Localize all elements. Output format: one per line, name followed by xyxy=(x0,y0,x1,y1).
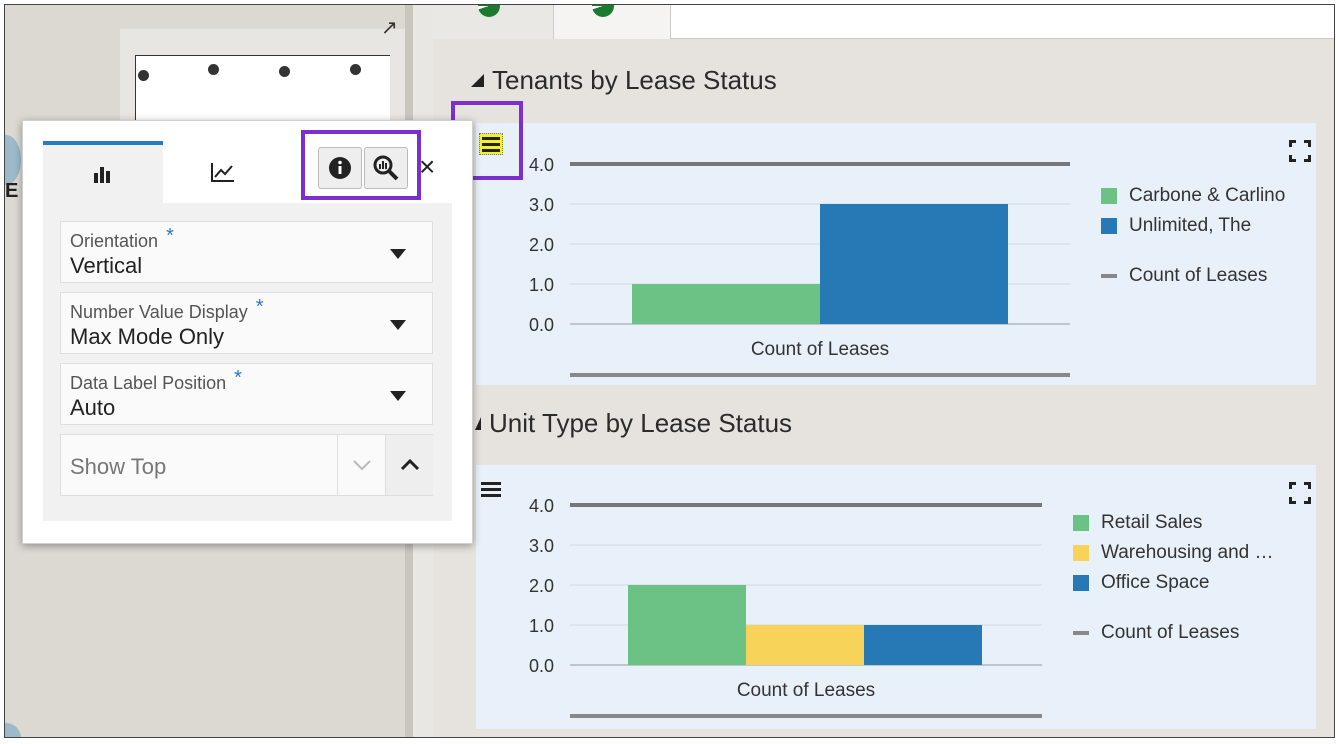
field-label-text: Orientation xyxy=(70,231,159,251)
bar-chart-unit-type: 4.0 3.0 2.0 1.0 0.0 Count of Leases xyxy=(529,496,1042,718)
legend-line xyxy=(1101,274,1117,278)
tab-empty[interactable] xyxy=(671,5,1334,39)
y-tick-label: 0.0 xyxy=(529,315,554,335)
y-tick-label: 0.0 xyxy=(529,656,554,676)
bar xyxy=(632,284,820,324)
legend-swatch xyxy=(1073,515,1089,531)
line-chart-icon xyxy=(211,163,234,182)
y-tick-label: 2.0 xyxy=(529,576,554,596)
field-label-text: Number Value Display xyxy=(70,302,248,322)
chart-panel-unit-type: 4.0 3.0 2.0 1.0 0.0 Count of Leases Retail Sa… xyxy=(476,465,1316,729)
y-tick-label: 1.0 xyxy=(529,616,554,636)
bar xyxy=(746,625,864,665)
fullscreen-icon[interactable] xyxy=(1289,482,1311,504)
bar xyxy=(820,204,1008,324)
dashboard-content: Tenants by Lease Status 4.0 3.0 2.0 1.0 0.0 C… xyxy=(433,39,1334,737)
required-marker: * xyxy=(166,225,174,247)
increment-button[interactable] xyxy=(385,435,433,495)
expand-arrow-icon[interactable]: ↗ xyxy=(381,15,398,40)
thumbnail-dot xyxy=(138,70,149,81)
close-icon[interactable]: × xyxy=(419,153,435,181)
field-label: Orientation * xyxy=(70,225,174,253)
tab-bar-chart[interactable] xyxy=(43,141,163,203)
collapse-triangle-icon[interactable] xyxy=(475,417,481,430)
legend-line xyxy=(1073,631,1089,635)
show-top-placeholder[interactable]: Show Top xyxy=(70,454,166,480)
field-label-text: Data Label Position xyxy=(70,373,227,393)
bar-chart-icon xyxy=(94,167,110,183)
legend-label: Count of Leases xyxy=(1101,622,1240,643)
legend-item[interactable]: Count of Leases xyxy=(1101,265,1267,287)
chart-panel-tenants: 4.0 3.0 2.0 1.0 0.0 Count of Leases Carbone &… xyxy=(476,123,1316,385)
field-label: Data Label Position * xyxy=(70,367,242,395)
legend-item[interactable]: Office Space xyxy=(1073,572,1209,594)
section-title-tenants[interactable]: Tenants by Lease Status xyxy=(471,65,777,96)
legend-item[interactable]: Warehousing and … xyxy=(1073,542,1274,564)
x-category-label: Count of Leases xyxy=(737,680,875,701)
y-tick-label: 1.0 xyxy=(529,275,554,295)
field-value: Max Mode Only xyxy=(70,324,225,349)
show-top-stepper[interactable]: Show Top xyxy=(60,434,433,496)
chevron-down-icon xyxy=(352,460,371,471)
bar-chart-tenants: 4.0 3.0 2.0 1.0 0.0 Count of Leases xyxy=(529,155,1070,377)
legend-label: Carbone & Carlino xyxy=(1129,185,1286,206)
fullscreen-icon[interactable] xyxy=(1289,140,1311,162)
y-tick-label: 3.0 xyxy=(529,195,554,215)
y-tick-label: 3.0 xyxy=(529,536,554,556)
thumbnail-dot xyxy=(350,64,361,75)
field-label: Number Value Display * xyxy=(70,296,264,324)
field-value: Vertical xyxy=(70,253,143,278)
legend-label: Unlimited, The xyxy=(1129,215,1252,236)
legend-label: Warehousing and … xyxy=(1101,542,1274,563)
data-label-position-select[interactable]: Data Label Position * Auto xyxy=(60,363,433,425)
chevron-up-icon xyxy=(400,459,419,471)
thumbnail-dot xyxy=(208,64,219,75)
y-tick-label: 4.0 xyxy=(529,496,554,516)
caret-down-icon[interactable] xyxy=(390,320,406,330)
tab-active[interactable] xyxy=(553,5,671,39)
legend-label: Count of Leases xyxy=(1129,265,1268,286)
collapse-triangle-icon[interactable] xyxy=(471,74,484,87)
field-value: Auto xyxy=(70,395,116,420)
required-marker: * xyxy=(234,367,242,389)
section-title-text: Tenants by Lease Status xyxy=(492,65,777,95)
section-title-text: Unit Type by Lease Status xyxy=(489,408,793,438)
thumbnail-chart xyxy=(135,55,390,125)
legend-label: Retail Sales xyxy=(1101,512,1203,533)
pie-chart-icon xyxy=(478,5,500,17)
caret-down-icon[interactable] xyxy=(390,391,406,401)
truncated-label: E xyxy=(5,180,19,202)
legend-swatch xyxy=(1073,575,1089,591)
required-marker: * xyxy=(255,296,264,318)
legend-item[interactable]: Count of Leases xyxy=(1073,622,1239,644)
bar xyxy=(628,585,746,665)
x-category-label: Count of Leases xyxy=(751,339,889,360)
caret-down-icon[interactable] xyxy=(390,249,406,259)
decrement-button[interactable] xyxy=(337,435,385,495)
legend-item[interactable]: Unlimited, The xyxy=(1101,215,1251,237)
section-title-unit-type[interactable]: Unit Type by Lease Status xyxy=(475,408,792,439)
pie-chart-icon xyxy=(592,5,614,17)
legend-item[interactable]: Carbone & Carlino xyxy=(1101,185,1285,207)
bar xyxy=(864,625,982,665)
y-tick-label: 2.0 xyxy=(529,235,554,255)
top-tab-bar xyxy=(433,5,1334,39)
thumbnail-dot xyxy=(279,66,290,77)
legend-item[interactable]: Retail Sales xyxy=(1073,512,1202,534)
orientation-select[interactable]: Orientation * Vertical xyxy=(60,221,433,283)
tab-line-chart[interactable] xyxy=(163,141,283,203)
legend-swatch xyxy=(1101,188,1117,204)
legend-swatch xyxy=(1073,545,1089,561)
legend-swatch xyxy=(1101,218,1117,234)
legend-label: Office Space xyxy=(1101,572,1210,593)
y-tick-label: 4.0 xyxy=(529,155,554,175)
number-value-display-select[interactable]: Number Value Display * Max Mode Only xyxy=(60,292,433,354)
annotation-box-tools xyxy=(301,130,421,200)
